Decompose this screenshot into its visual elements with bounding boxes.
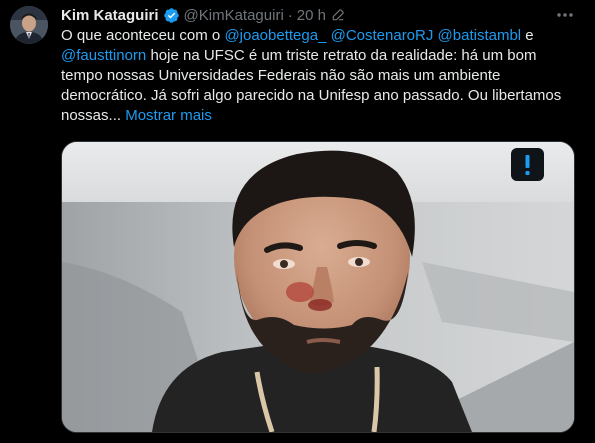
tweet[interactable]: Kim Kataguiri @KimKataguiri · 20 h O que…	[0, 0, 595, 443]
tweet-text: O que aconteceu com o @joaobettega_ @Cos…	[61, 26, 581, 126]
show-more-link[interactable]: Mostrar mais	[125, 107, 212, 124]
more-options-icon[interactable]	[554, 6, 576, 24]
media-alert-button[interactable]	[511, 148, 544, 181]
edit-pencil-icon[interactable]	[331, 8, 345, 22]
tweet-header: Kim Kataguiri @KimKataguiri · 20 h	[61, 4, 345, 26]
mention-link[interactable]: @CostenaroRJ	[331, 27, 434, 44]
avatar[interactable]	[10, 6, 48, 44]
author-handle[interactable]: @KimKataguiri	[184, 7, 284, 24]
tweet-video[interactable]	[61, 141, 575, 433]
tweet-timestamp[interactable]: 20 h	[297, 7, 326, 24]
mention-link[interactable]: @joaobettega_	[224, 27, 326, 44]
mention-link[interactable]: @fausttinorn	[61, 47, 146, 64]
verified-badge-icon	[163, 7, 180, 24]
header-separator: ·	[287, 6, 293, 24]
tweet-text-segment: e	[521, 27, 534, 44]
mention-link[interactable]: @batistambl	[438, 27, 522, 44]
tweet-text-segment: O que aconteceu com o	[61, 27, 225, 44]
author-name[interactable]: Kim Kataguiri	[61, 7, 159, 24]
